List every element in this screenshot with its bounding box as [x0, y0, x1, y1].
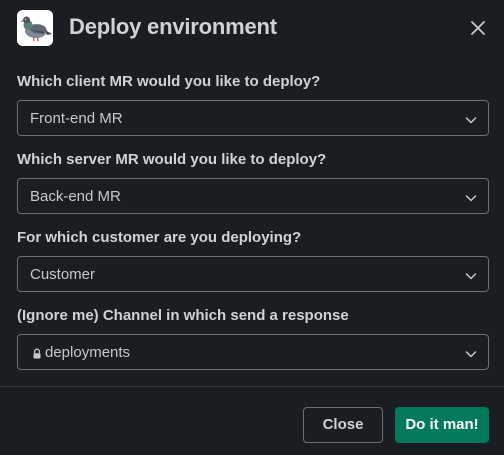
close-icon[interactable]: [468, 18, 488, 38]
modal-title: Deploy environment: [69, 14, 277, 39]
modal-header: Deploy environment: [0, 0, 504, 58]
lock-icon: [32, 347, 42, 359]
chevron-down-icon: [465, 269, 477, 281]
deploy-modal: Deploy environment Which client MR would…: [0, 0, 504, 455]
chevron-down-icon: [465, 347, 477, 359]
submit-button[interactable]: Do it man!: [395, 407, 489, 443]
pigeon-icon: [17, 10, 53, 46]
chevron-down-icon: [465, 191, 477, 203]
server-mr-select[interactable]: Back-end MR: [17, 178, 489, 214]
server-mr-value: Back-end MR: [30, 188, 121, 205]
chevron-down-icon: [465, 113, 477, 125]
client-mr-select[interactable]: Front-end MR: [17, 100, 489, 136]
channel-value: deployments: [45, 344, 131, 361]
modal-footer: Close Do it man!: [0, 386, 504, 455]
customer-value: Customer: [30, 266, 96, 283]
customer-label: For which customer are you deploying?: [17, 229, 302, 246]
client-mr-label: Which client MR would you like to deploy…: [17, 73, 321, 90]
client-mr-value: Front-end MR: [30, 110, 123, 127]
close-button[interactable]: Close: [303, 407, 383, 443]
channel-label: (Ignore me) Channel in which send a resp…: [17, 307, 349, 324]
customer-select[interactable]: Customer: [17, 256, 489, 292]
server-mr-label: Which server MR would you like to deploy…: [17, 151, 327, 168]
channel-select[interactable]: deployments: [17, 334, 489, 370]
